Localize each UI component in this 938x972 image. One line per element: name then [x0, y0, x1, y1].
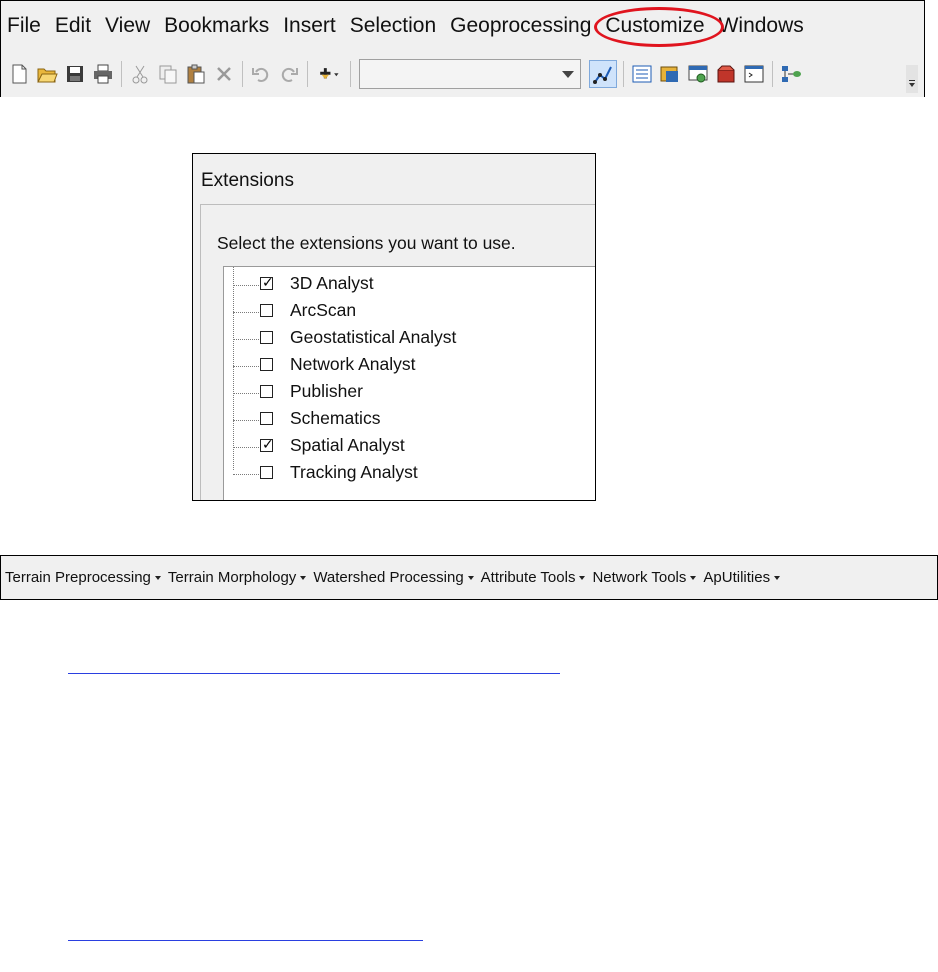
save-icon[interactable]	[63, 62, 87, 86]
tree-line	[233, 447, 259, 448]
checkbox[interactable]: ✓	[260, 274, 274, 290]
caret-down-icon	[774, 575, 781, 580]
catalog-window-icon[interactable]	[658, 62, 682, 86]
editor-toolbar-icon[interactable]	[589, 60, 617, 88]
copy-icon[interactable]	[156, 62, 180, 86]
chevron-down-icon[interactable]	[562, 71, 574, 78]
tree-line	[233, 366, 259, 367]
hyperlink-underline[interactable]	[68, 673, 560, 674]
extension-label: Tracking Analyst	[290, 462, 418, 482]
extension-label: Spatial Analyst	[290, 435, 405, 455]
table-of-contents-icon[interactable]	[630, 62, 654, 86]
extension-label: Schematics	[290, 408, 381, 428]
menu-label: Network Tools	[592, 569, 687, 586]
extension-item-publisher[interactable]: Publisher	[224, 380, 584, 407]
extension-item-tracking-analyst[interactable]: Tracking Analyst	[224, 461, 584, 488]
menu-edit[interactable]: Edit	[48, 1, 98, 51]
check-icon: ✓	[262, 274, 274, 290]
new-document-icon[interactable]	[7, 62, 31, 86]
undo-icon[interactable]	[249, 62, 273, 86]
menu-label: ApUtilities	[703, 569, 771, 586]
extension-item-arcscan[interactable]: ArcScan	[224, 299, 584, 326]
checkbox[interactable]	[260, 412, 273, 425]
extension-item-3d-analyst[interactable]: ✓ 3D Analyst	[224, 272, 584, 299]
menu-label: Terrain Preprocessing	[5, 569, 151, 586]
paste-icon[interactable]	[184, 62, 208, 86]
extension-label: Publisher	[290, 381, 363, 401]
redo-icon[interactable]	[277, 62, 301, 86]
modelbuilder-icon[interactable]	[779, 62, 803, 86]
dialog-title: Extensions	[201, 170, 294, 191]
menu-label: Attribute Tools	[480, 569, 576, 586]
arctoolbox-icon[interactable]	[714, 62, 738, 86]
menu-aputilities[interactable]: ApUtilities	[703, 569, 781, 586]
search-window-icon[interactable]	[686, 62, 710, 86]
checkbox[interactable]	[260, 358, 273, 371]
toolbar-separator	[121, 61, 122, 87]
checkbox[interactable]	[260, 304, 273, 317]
checkbox[interactable]	[260, 385, 273, 398]
map-scale-combobox[interactable]	[359, 59, 581, 89]
extension-item-schematics[interactable]: Schematics	[224, 407, 584, 434]
menu-label: Watershed Processing	[313, 569, 464, 586]
caret-down-icon	[690, 575, 697, 580]
python-window-icon[interactable]	[742, 62, 766, 86]
menu-label: Terrain Morphology	[167, 569, 297, 586]
arcmap-window: File Edit View Bookmarks Insert Selectio…	[0, 0, 925, 97]
menu-network-tools[interactable]: Network Tools	[592, 569, 697, 586]
menu-terrain-preprocessing[interactable]: Terrain Preprocessing	[5, 569, 161, 586]
extensions-list: ✓ 3D Analyst ArcScan Geostatistical Anal…	[223, 266, 595, 500]
add-data-icon[interactable]	[314, 62, 344, 86]
menu-customize[interactable]: Customize	[594, 1, 725, 51]
hyperlink-underline[interactable]	[68, 940, 423, 941]
cut-icon[interactable]	[128, 62, 152, 86]
open-folder-icon[interactable]	[35, 62, 59, 86]
menu-view[interactable]: View	[98, 1, 157, 51]
tree-line	[233, 393, 259, 394]
caret-down-icon	[154, 575, 161, 580]
menu-geoprocessing[interactable]: Geoprocessing	[443, 1, 598, 51]
menu-selection[interactable]: Selection	[343, 1, 443, 51]
tree-line	[233, 285, 259, 286]
toolbar-separator	[307, 61, 308, 87]
menu-bar: File Edit View Bookmarks Insert Selectio…	[1, 1, 924, 51]
caret-down-icon	[300, 575, 307, 580]
menu-customize-label: Customize	[605, 14, 705, 37]
extension-item-geostatistical-analyst[interactable]: Geostatistical Analyst	[224, 326, 584, 353]
extension-item-spatial-analyst[interactable]: ✓ Spatial Analyst	[224, 434, 584, 461]
extension-item-network-analyst[interactable]: Network Analyst	[224, 353, 584, 380]
menu-insert[interactable]: Insert	[276, 1, 343, 51]
menu-bookmarks[interactable]: Bookmarks	[157, 1, 276, 51]
extensions-prompt: Select the extensions you want to use.	[217, 233, 516, 253]
caret-down-icon	[467, 575, 474, 580]
standard-toolbar	[1, 51, 924, 97]
extension-label: ArcScan	[290, 300, 357, 320]
checkbox[interactable]	[260, 331, 273, 344]
toolbar-overflow-icon[interactable]	[906, 65, 918, 93]
tree-line	[233, 339, 259, 340]
tree-line	[233, 420, 259, 421]
extension-label: 3D Analyst	[290, 273, 374, 293]
extension-label: Network Analyst	[290, 354, 416, 374]
delete-icon[interactable]	[212, 62, 236, 86]
extension-label: Geostatistical Analyst	[290, 327, 457, 347]
archydro-toolbar: Terrain Preprocessing Terrain Morphology…	[0, 555, 938, 600]
toolbar-separator	[350, 61, 351, 87]
check-icon: ✓	[262, 436, 274, 452]
checkbox[interactable]: ✓	[260, 436, 274, 452]
checkbox[interactable]	[260, 466, 273, 479]
print-icon[interactable]	[91, 62, 115, 86]
menu-windows[interactable]: Windows	[712, 1, 811, 51]
tree-line	[233, 474, 259, 475]
tree-line	[233, 312, 259, 313]
extensions-dialog: Extensions Select the extensions you wan…	[192, 153, 596, 501]
menu-terrain-morphology[interactable]: Terrain Morphology	[167, 569, 307, 586]
caret-down-icon	[579, 575, 586, 580]
menu-file[interactable]: File	[1, 1, 48, 51]
toolbar-separator	[772, 61, 773, 87]
toolbar-separator	[242, 61, 243, 87]
toolbar-separator	[623, 61, 624, 87]
menu-attribute-tools[interactable]: Attribute Tools	[481, 569, 586, 586]
menu-watershed-processing[interactable]: Watershed Processing	[313, 569, 474, 586]
